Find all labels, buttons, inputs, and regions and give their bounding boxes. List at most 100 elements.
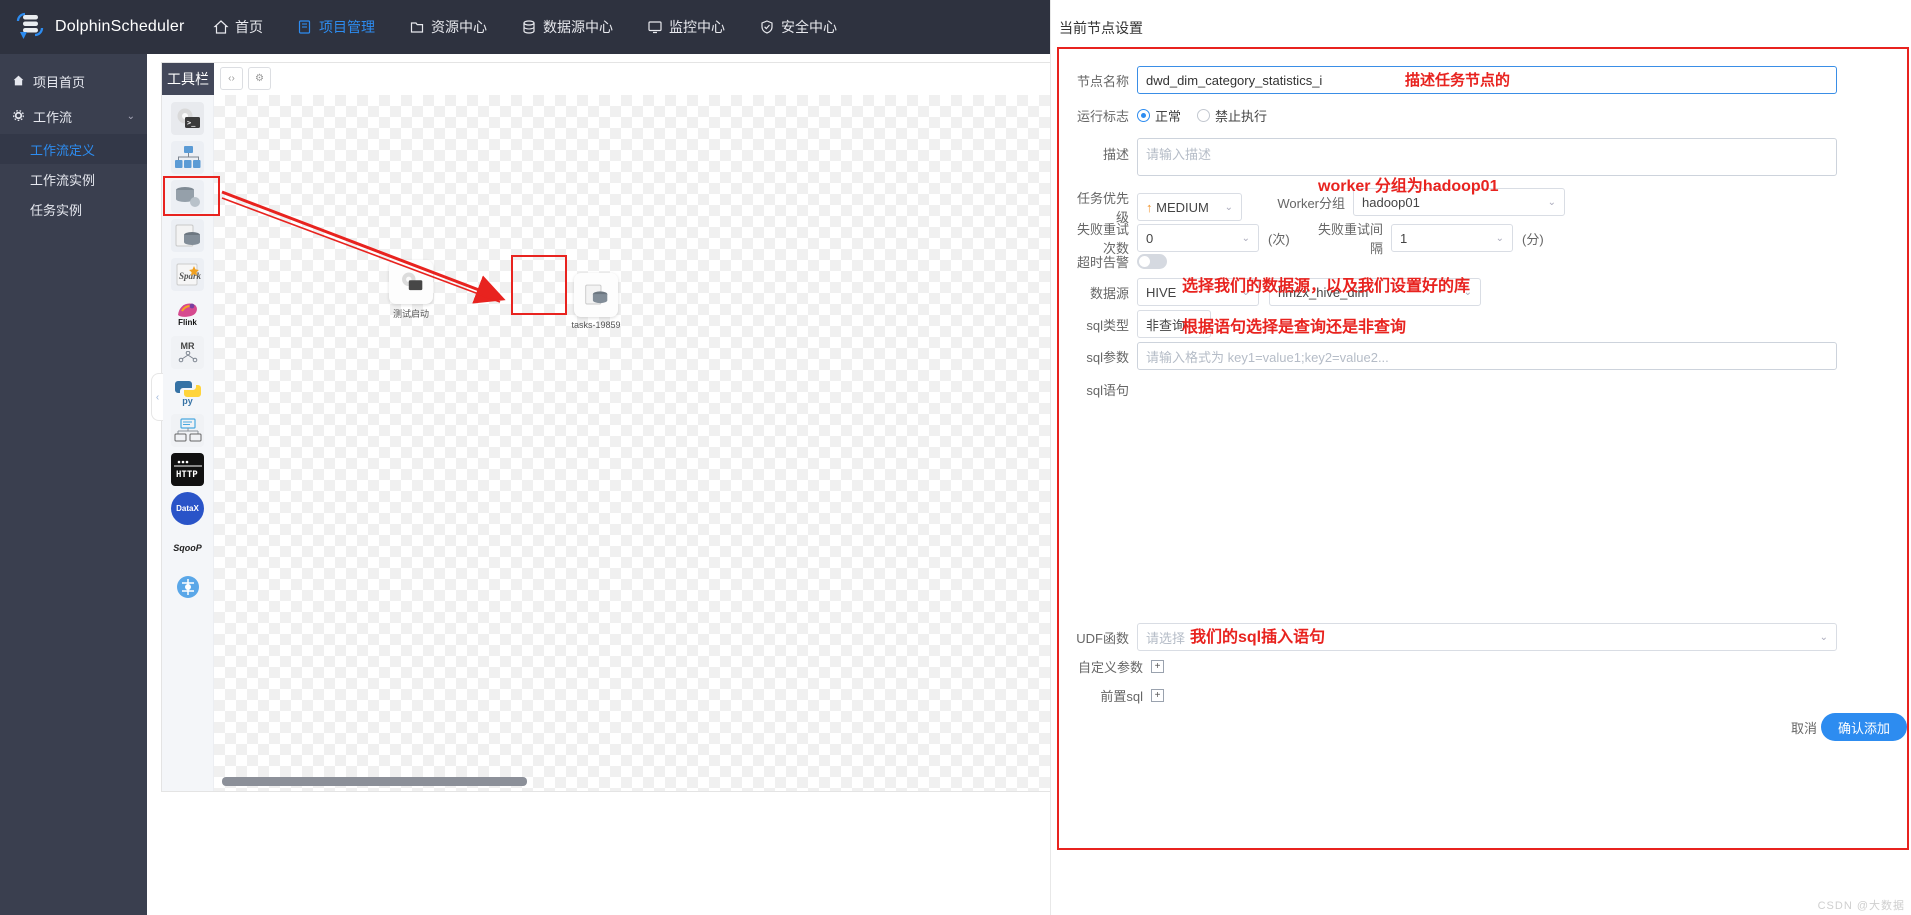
- nav-item-datasource-center[interactable]: 数据源中心: [504, 0, 630, 54]
- datasource-label: 数据源: [1089, 285, 1129, 301]
- chevron-down-icon[interactable]: ⌄: [1548, 197, 1556, 208]
- tool-subprocess-icon[interactable]: [171, 141, 204, 174]
- svg-text:>_: >_: [187, 119, 196, 127]
- add-custom-param-button[interactable]: +: [1151, 660, 1164, 673]
- sidebar-item-workflow[interactable]: 工作流 ⌄: [0, 99, 147, 134]
- sidebar-item-workflow-instance[interactable]: 工作流实例: [0, 164, 147, 194]
- tool-conditions-icon[interactable]: [171, 570, 204, 603]
- nav-item-label: 监控中心: [669, 19, 725, 35]
- confirm-add-button[interactable]: 确认添加: [1820, 713, 1907, 741]
- tool-sqoop-icon[interactable]: SqooP: [171, 531, 204, 564]
- sql-params-input[interactable]: 请输入格式为 key1=value1;key2=value2...: [1137, 342, 1837, 370]
- field-run-flag: 运行标志 正常 禁止执行: [1065, 106, 1565, 125]
- dag-node-label: tasks-19859: [571, 320, 621, 330]
- fail-retry-times-select[interactable]: 0 ⌄: [1137, 224, 1259, 252]
- panel-title: 当前节点设置: [1059, 20, 1143, 36]
- nav-items: 首页 项目管理 资源中心 数据源中心 监控中心 安全中心: [196, 0, 854, 54]
- field-custom-params: 自定义参数 +: [1065, 657, 1164, 676]
- sql-statement-label: sql语句: [1086, 383, 1129, 398]
- run-flag-label: 运行标志: [1076, 109, 1129, 124]
- brand: DolphinScheduler: [14, 12, 184, 42]
- sidebar-item-project-home[interactable]: 项目首页: [0, 64, 147, 99]
- run-flag-forbidden-radio[interactable]: 禁止执行: [1197, 106, 1267, 125]
- field-fail-retry-interval: 失败重试间隔 1 ⌄ (分): [1307, 219, 1544, 257]
- radio-dot-icon: [1137, 109, 1150, 122]
- highlight-sql-node: [511, 255, 567, 315]
- collapse-panel-button[interactable]: ‹: [151, 373, 163, 421]
- nav-item-label: 数据源中心: [543, 19, 613, 35]
- annot-sql-insert: 我们的sql插入语句: [1190, 629, 1326, 646]
- settings-button[interactable]: ⚙: [248, 67, 271, 90]
- custom-params-label: 自定义参数: [1077, 660, 1143, 675]
- node-name-label: 节点名称: [1076, 73, 1129, 89]
- task-priority-value: MEDIUM: [1156, 199, 1209, 215]
- description-textarea[interactable]: 请输入描述: [1137, 138, 1837, 176]
- monitor-icon: [647, 19, 663, 35]
- sql-type-value: 非查询: [1146, 317, 1186, 333]
- nav-item-label: 安全中心: [781, 19, 837, 35]
- tool-http-icon[interactable]: HTTP: [171, 453, 204, 486]
- dag-node-start[interactable]: 测试启动: [389, 260, 433, 320]
- chevron-down-icon[interactable]: ⌄: [127, 111, 135, 122]
- nav-item-project-management[interactable]: 项目管理: [280, 0, 392, 54]
- sidebar-sub-label: 任务实例: [30, 202, 83, 218]
- node-settings-panel: 当前节点设置 节点名称 dwd_dim_category_statistics_…: [1050, 0, 1911, 915]
- dag-node-sql-task[interactable]: tasks-19859: [571, 273, 621, 330]
- chevron-down-icon[interactable]: ⌄: [1820, 632, 1828, 643]
- nav-item-security-center[interactable]: 安全中心: [742, 0, 854, 54]
- brand-name: DolphinScheduler: [55, 18, 185, 35]
- chevron-down-icon[interactable]: ⌄: [1496, 233, 1504, 244]
- tool-spark-icon[interactable]: Spark: [171, 258, 204, 291]
- tool-python-icon[interactable]: py: [171, 375, 204, 408]
- sidebar-item-task-instance[interactable]: 任务实例: [0, 194, 147, 224]
- run-flag-normal-radio[interactable]: 正常: [1137, 106, 1181, 125]
- priority-up-arrow-icon: ↑: [1146, 199, 1153, 215]
- tool-mapreduce-icon[interactable]: MR: [171, 336, 204, 369]
- cancel-button[interactable]: 取消: [1791, 718, 1817, 737]
- horizontal-scrollbar[interactable]: [222, 777, 527, 786]
- worker-group-value: hadoop01: [1362, 194, 1420, 210]
- pre-sql-label: 前置sql: [1100, 689, 1143, 704]
- add-pre-sql-button[interactable]: +: [1151, 689, 1164, 702]
- shield-icon: [759, 19, 775, 35]
- database-icon: [521, 19, 537, 35]
- fail-retry-times-value: 0: [1146, 230, 1154, 246]
- left-sidebar: 项目首页 工作流 ⌄ 工作流定义 工作流实例 任务实例: [0, 54, 147, 915]
- tool-sql-icon[interactable]: [171, 219, 204, 252]
- home-icon: [213, 19, 229, 35]
- nav-item-resource-center[interactable]: 资源中心: [392, 0, 504, 54]
- sidebar-sub-label: 工作流实例: [30, 172, 96, 188]
- chevron-down-icon[interactable]: ⌄: [1225, 202, 1233, 213]
- sidebar-item-workflow-definition[interactable]: 工作流定义: [0, 134, 147, 164]
- tool-dependent-icon[interactable]: [171, 414, 204, 447]
- sidebar-sub-label: 工作流定义: [30, 142, 96, 158]
- code-button[interactable]: ‹›: [220, 67, 243, 90]
- dolphinscheduler-logo-icon: [14, 12, 48, 42]
- sidebar-item-label: 项目首页: [33, 75, 86, 90]
- datasource-type-value: HIVE: [1146, 284, 1177, 300]
- sql-type-label: sql类型: [1086, 317, 1129, 333]
- sql-params-placeholder: 请输入格式为 key1=value1;key2=value2...: [1146, 349, 1389, 365]
- fail-retry-times-unit: (次): [1268, 231, 1290, 247]
- chevron-down-icon[interactable]: ⌄: [1242, 233, 1250, 244]
- udf-function-placeholder: 请选择: [1146, 630, 1186, 646]
- nav-item-home[interactable]: 首页: [196, 0, 280, 54]
- description-placeholder: 请输入描述: [1146, 147, 1212, 162]
- annot-sql-type: 根据语句选择是查询还是非查询: [1182, 319, 1407, 336]
- radio-dot-icon: [1197, 109, 1211, 122]
- fail-retry-interval-select[interactable]: 1 ⌄: [1391, 224, 1513, 252]
- tool-flink-icon[interactable]: Flink: [171, 297, 204, 330]
- nav-item-monitor-center[interactable]: 监控中心: [630, 0, 742, 54]
- dag-canvas-grid[interactable]: 测试启动 tasks-19859: [214, 95, 1050, 791]
- task-priority-select[interactable]: ↑ MEDIUM ⌄: [1137, 193, 1242, 221]
- gear-icon: [12, 109, 25, 125]
- run-flag-option-label: 正常: [1155, 109, 1182, 124]
- dag-editor-panel: 工具栏 ‹› ⚙ >_ Spark Flink MR py HTTP DataX…: [151, 62, 1051, 792]
- timeout-alarm-toggle[interactable]: [1137, 254, 1167, 269]
- dag-node-label: 测试启动: [392, 309, 429, 319]
- nav-item-label: 资源中心: [431, 19, 487, 35]
- watermark: CSDN @大数据: [1817, 900, 1905, 912]
- dag-node-icon: [389, 260, 433, 304]
- tool-datax-icon[interactable]: DataX: [171, 492, 204, 525]
- tool-shell-icon[interactable]: >_: [171, 102, 204, 135]
